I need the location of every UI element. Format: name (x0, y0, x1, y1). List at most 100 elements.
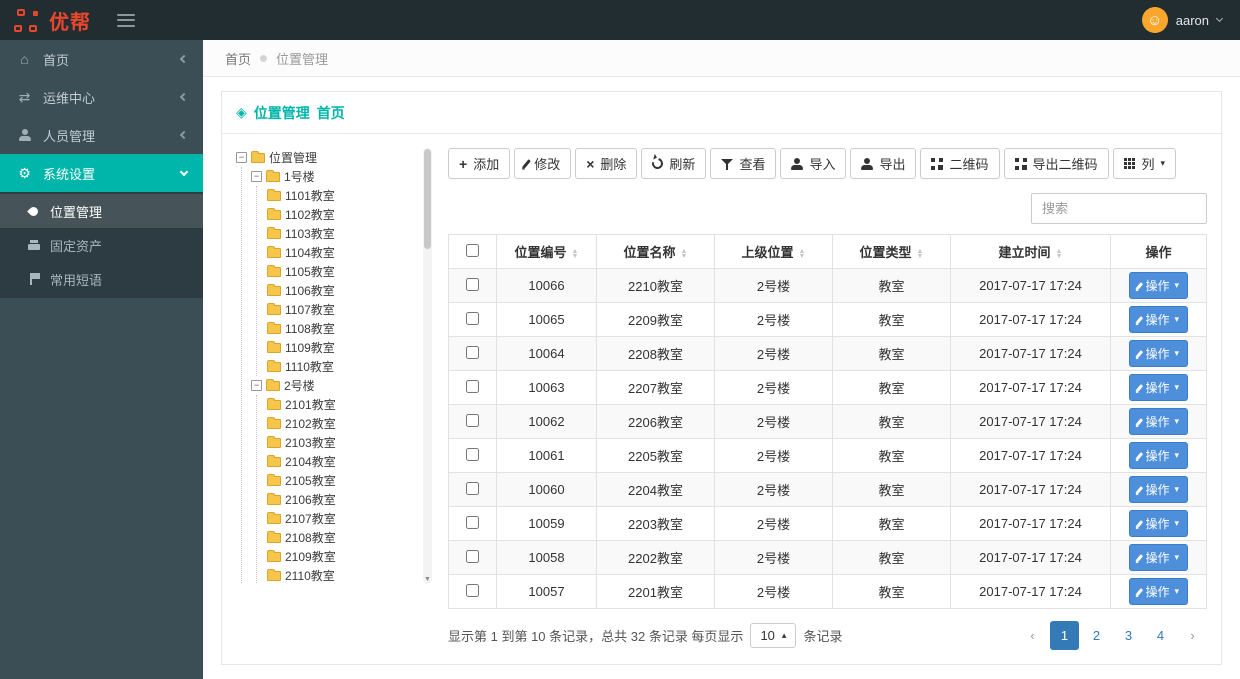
view-button[interactable]: 查看 (710, 148, 777, 179)
tree-node[interactable]: 1101教室 (266, 186, 418, 205)
sort-arrows-icon: ▲ ▼ (680, 247, 688, 260)
import-button[interactable]: 导入 (780, 148, 847, 179)
tree-node[interactable]: − 2号楼 (251, 376, 418, 395)
cell-parent-location: 2号楼 (714, 438, 833, 473)
edit-button[interactable]: 修改 (514, 148, 572, 179)
tree-node[interactable]: 1106教室 (266, 281, 418, 300)
row-checkbox[interactable] (466, 345, 479, 359)
row-checkbox[interactable] (466, 277, 479, 291)
row-checkbox[interactable] (466, 379, 479, 393)
breadcrumb-home[interactable]: 首页 (225, 49, 251, 68)
sidebar-subitem-fixed-assets[interactable]: 固定资产 (0, 228, 203, 262)
row-checkbox[interactable] (466, 549, 479, 563)
add-button[interactable]: + 添加 (448, 148, 511, 179)
sidebar-subitem-common-phrases[interactable]: 常用短语 (0, 262, 203, 296)
tree-node[interactable]: 2109教室 (266, 547, 418, 566)
youbang-logo-icon (14, 8, 41, 32)
tree-node[interactable]: 2104教室 (266, 452, 418, 471)
prev-page-button[interactable]: ‹ (1018, 621, 1047, 650)
tree-collapse-toggle[interactable]: − (236, 152, 247, 163)
row-action-button[interactable]: 操作 ▾ (1128, 408, 1189, 435)
breadcrumb: 首页 位置管理 (203, 40, 1240, 77)
tree-node[interactable]: − 1号楼 (251, 167, 418, 186)
row-checkbox[interactable] (466, 447, 479, 461)
scrollbar-thumb[interactable] (424, 149, 431, 249)
qrcode-button[interactable]: 二维码 (920, 148, 1000, 179)
caret-down-icon: ▾ (1160, 158, 1166, 168)
tree-collapse-toggle[interactable]: − (251, 171, 262, 182)
tree-node[interactable]: 1109教室 (266, 338, 418, 357)
sidebar-item-personnel[interactable]: 人员管理 (0, 116, 203, 154)
column-header-location-name[interactable]: 位置名称 ▲ ▼ (596, 234, 715, 269)
next-page-button[interactable]: › (1178, 621, 1207, 650)
tree-node[interactable]: 1108教室 (266, 319, 418, 338)
sidebar-item-home[interactable]: ⌂ 首页 (0, 40, 203, 78)
column-header-actions: 操作 (1110, 234, 1207, 269)
folder-icon (267, 245, 281, 258)
cell-location-name: 2208教室 (596, 336, 715, 371)
tree-collapse-toggle[interactable]: − (251, 380, 262, 391)
row-checkbox[interactable] (466, 413, 479, 427)
caret-down-icon: ▾ (1174, 450, 1180, 460)
row-checkbox[interactable] (466, 311, 479, 325)
export-button[interactable]: 导出 (850, 148, 917, 179)
page-button-3[interactable]: 3 (1114, 621, 1143, 650)
page-button-1[interactable]: 1 (1050, 621, 1079, 650)
tree-node[interactable]: 1107教室 (266, 300, 418, 319)
page-size-dropdown[interactable]: 10 ▴ (750, 623, 797, 648)
column-header-location-type[interactable]: 位置类型 ▲ ▼ (832, 234, 951, 269)
tree-node[interactable]: 1103教室 (266, 224, 418, 243)
flag-icon (27, 273, 41, 285)
column-header-created-time[interactable]: 建立时间 ▲ ▼ (950, 234, 1111, 269)
scrollbar-down-arrow[interactable]: ▼ (423, 575, 432, 584)
row-action-button[interactable]: 操作 ▾ (1128, 578, 1189, 605)
tree-node[interactable]: 2101教室 (266, 395, 418, 414)
search-input[interactable] (1031, 193, 1207, 224)
tree-node[interactable]: 2110教室 (266, 566, 418, 584)
row-action-button[interactable]: 操作 ▾ (1128, 544, 1189, 571)
folder-icon (267, 454, 281, 467)
tree-node[interactable]: 1105教室 (266, 262, 418, 281)
row-action-button[interactable]: 操作 ▾ (1128, 476, 1189, 503)
row-action-button[interactable]: 操作 ▾ (1128, 374, 1189, 401)
tree-node[interactable]: − 位置管理 (236, 148, 418, 167)
page-button-2[interactable]: 2 (1082, 621, 1111, 650)
tree-node[interactable]: 2103教室 (266, 433, 418, 452)
column-header-parent-location[interactable]: 上级位置 ▲ ▼ (714, 234, 833, 269)
row-action-button[interactable]: 操作 ▾ (1128, 510, 1189, 537)
row-checkbox[interactable] (466, 583, 479, 597)
tree-node[interactable]: 1102教室 (266, 205, 418, 224)
folder-icon (267, 226, 281, 239)
delete-button[interactable]: × 删除 (575, 148, 638, 179)
column-header-location-id[interactable]: 位置编号 ▲ ▼ (496, 234, 597, 269)
row-action-button[interactable]: 操作 ▾ (1128, 340, 1189, 367)
columns-button[interactable]: 列 ▾ (1112, 148, 1177, 179)
tree-node[interactable]: 1110教室 (266, 357, 418, 376)
row-action-button[interactable]: 操作 ▾ (1128, 272, 1189, 299)
sidebar-item-ops-center[interactable]: ⇄ 运维中心 (0, 78, 203, 116)
tree-node[interactable]: 1104教室 (266, 243, 418, 262)
tree-node[interactable]: 2102教室 (266, 414, 418, 433)
export-qrcode-button[interactable]: 导出二维码 (1003, 148, 1109, 179)
select-all-checkbox[interactable] (466, 243, 479, 257)
tree-node[interactable]: 2105教室 (266, 471, 418, 490)
table-row: 10064 2208教室 2号楼 教室 2017-07-17 17:24 操作 ▾ (448, 336, 1207, 371)
tree-node[interactable]: 2108教室 (266, 528, 418, 547)
tree-node[interactable]: 2106教室 (266, 490, 418, 509)
row-checkbox[interactable] (466, 481, 479, 495)
map-marker-icon (27, 206, 41, 217)
hamburger-menu-icon[interactable] (117, 13, 135, 27)
sidebar-subitem-location-management[interactable]: 位置管理 (0, 194, 203, 228)
tree-node[interactable]: 2107教室 (266, 509, 418, 528)
tree-scrollbar[interactable]: ▼ (423, 148, 432, 584)
cell-created-time: 2017-07-17 17:24 (950, 506, 1111, 541)
row-checkbox[interactable] (466, 515, 479, 529)
refresh-button[interactable]: 刷新 (641, 148, 707, 179)
page-button-4[interactable]: 4 (1146, 621, 1175, 650)
row-action-button[interactable]: 操作 ▾ (1128, 442, 1189, 469)
cell-parent-location: 2号楼 (714, 336, 833, 371)
sidebar-item-system-settings[interactable]: ⚙ 系统设置 (0, 154, 203, 192)
cell-parent-location: 2号楼 (714, 472, 833, 507)
row-action-button[interactable]: 操作 ▾ (1128, 306, 1189, 333)
user-menu[interactable]: ☺ aaron (1141, 7, 1240, 33)
